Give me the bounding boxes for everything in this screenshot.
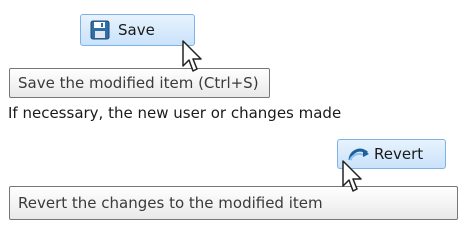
mouse-cursor-icon <box>182 40 202 72</box>
floppy-disk-icon <box>90 20 110 40</box>
revert-tooltip-text: Revert the changes to the modified item <box>18 194 323 212</box>
save-tooltip-text: Save the modified item (Ctrl+S) <box>18 74 259 92</box>
save-button-label: Save <box>118 21 155 39</box>
description-text: If necessary, the new user or changes ma… <box>8 104 342 122</box>
save-tooltip: Save the modified item (Ctrl+S) <box>9 68 270 98</box>
mouse-cursor-icon <box>342 160 362 192</box>
save-button[interactable]: Save <box>80 14 195 46</box>
revert-button-label: Revert <box>374 145 424 163</box>
revert-tooltip: Revert the changes to the modified item <box>9 186 458 220</box>
